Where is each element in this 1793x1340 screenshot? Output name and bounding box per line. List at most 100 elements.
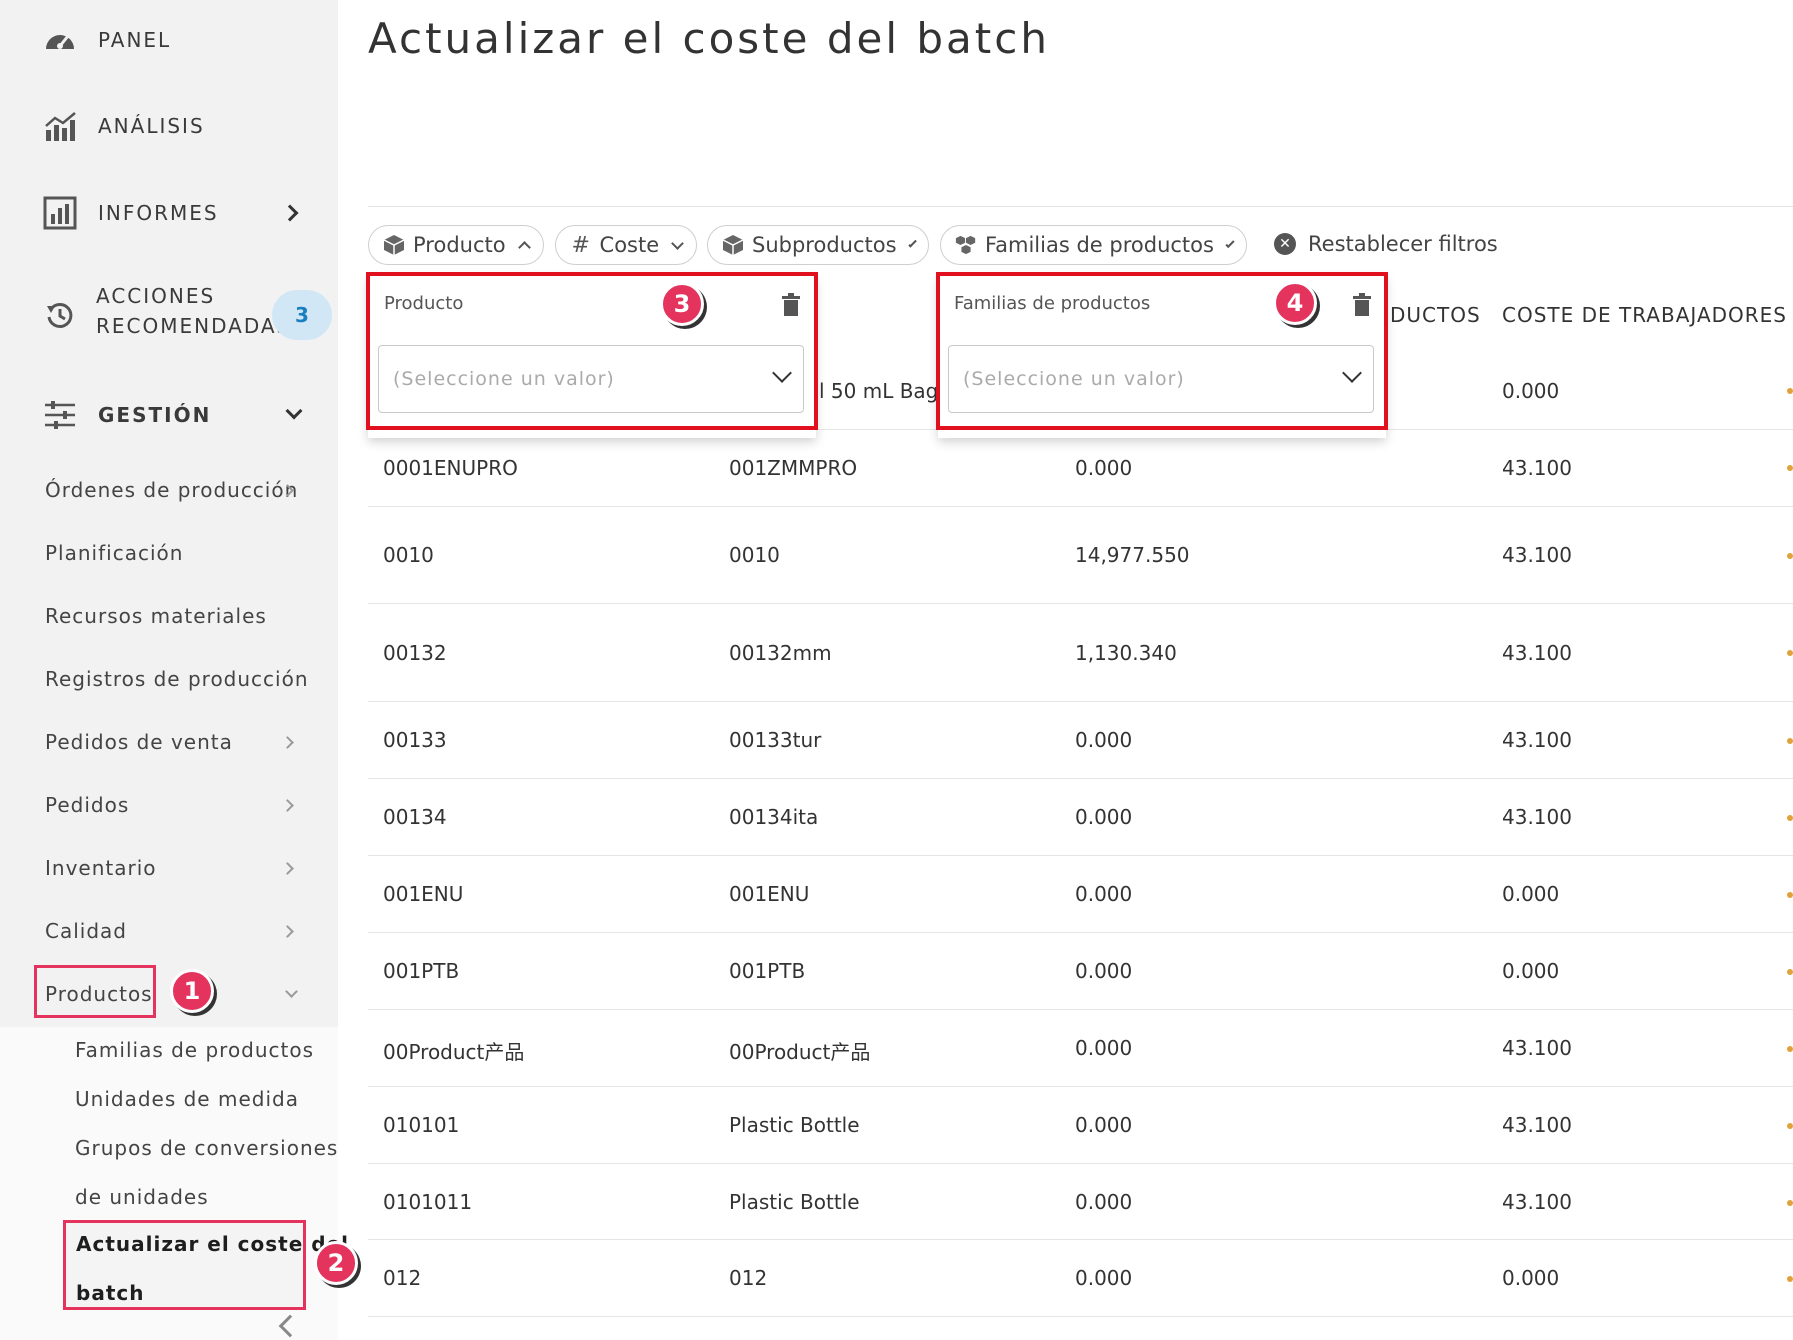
nav-registros-produccion[interactable]: Registros de producción — [45, 667, 309, 691]
sliders-icon — [42, 397, 78, 433]
table-cell: 43.100 — [1502, 1113, 1572, 1137]
table-row[interactable]: 0101011 Plastic Bottle 0.000 43.100 — [368, 1164, 1793, 1240]
table-cell: 0.000 — [1075, 1190, 1133, 1214]
filter-chip-subproductos-label: Subproductos — [752, 233, 897, 257]
nav-analisis-label: ANÁLISIS — [98, 114, 205, 138]
nav-grupos-label: Grupos de conversiones — [75, 1136, 339, 1160]
nav-actualizar-label-1: Actualizar el coste del — [76, 1232, 350, 1256]
nav-grupos-conversiones[interactable]: Grupos de conversiones — [75, 1136, 338, 1160]
table-row[interactable]: 001ENU 001ENU 0.000 0.000 — [368, 856, 1793, 933]
filter-chip-subproductos[interactable]: Subproductos — [707, 225, 929, 265]
chevron-right-icon — [281, 799, 294, 812]
nav-grupos-label-2: de unidades — [75, 1185, 209, 1209]
table-cell: 43.100 — [1502, 1036, 1572, 1060]
row-indicator — [1787, 815, 1793, 821]
nav-inventario-label: Inventario — [45, 856, 157, 880]
nav-recursos-label: Recursos materiales — [45, 604, 267, 628]
nav-familias-productos[interactable]: Familias de productos — [75, 1038, 314, 1062]
table-row[interactable]: 0001ENUPRO 001ZMMPRO 0.000 43.100 — [368, 430, 1793, 507]
table-row[interactable]: 010101 Plastic Bottle 0.000 43.100 — [368, 1087, 1793, 1164]
nav-gestion[interactable]: GESTIÓN — [0, 395, 338, 435]
table-row[interactable]: 00134 00134ita 0.000 43.100 — [368, 779, 1793, 856]
table-cell: 012 — [383, 1266, 422, 1290]
row-indicator — [1787, 553, 1793, 559]
hash-icon: # — [571, 232, 590, 258]
nav-unidades-medida[interactable]: Unidades de medida — [75, 1087, 299, 1111]
row-indicator — [1787, 1123, 1793, 1129]
table-row[interactable]: 0010 0010 14,977.550 43.100 — [368, 507, 1793, 604]
page-title: Actualizar el coste del batch — [368, 14, 1050, 63]
sidebar: PANEL ANÁLISIS INFORMES ACCIONES RECOMEN… — [0, 0, 348, 1340]
productos-highlight-box — [34, 965, 156, 1018]
nav-gestion-label: GESTIÓN — [98, 403, 212, 427]
table-cell: 0.000 — [1075, 1113, 1133, 1137]
table-cell: 0.000 — [1502, 959, 1560, 983]
table-cell: 0.000 — [1502, 379, 1560, 403]
cube-icon — [722, 234, 744, 256]
table-row[interactable]: 012 012 0.000 0.000 — [368, 1240, 1793, 1317]
table-cell: 001ENU — [729, 882, 810, 906]
reset-filters-button[interactable]: ✕ Restablecer filtros — [1274, 232, 1498, 256]
filter-chip-familias-label: Familias de productos — [985, 233, 1214, 257]
column-header-coste-trabajadores[interactable]: COSTE DE TRABAJADORES — [1502, 303, 1787, 327]
nav-familias-label: Familias de productos — [75, 1038, 315, 1062]
nav-recursos-materiales[interactable]: Recursos materiales — [45, 604, 267, 628]
nav-actualizar-label-2: batch — [76, 1281, 145, 1305]
nav-informes[interactable]: INFORMES — [0, 193, 338, 233]
nav-grupos-conversiones-line2[interactable]: de unidades — [75, 1185, 209, 1209]
nav-planificacion[interactable]: Planificación — [45, 541, 183, 565]
nav-pedidos-label: Pedidos — [45, 793, 130, 817]
table-cell: 0.000 — [1502, 882, 1560, 906]
table-cell: 00134 — [383, 805, 447, 829]
table-cell: 43.100 — [1502, 728, 1572, 752]
table-cell: Plastic Bottle — [729, 1190, 860, 1214]
table-cell: 001ZMMPRO — [729, 456, 858, 480]
nav-actualizar-coste-batch[interactable]: Actualizar el coste del batch — [63, 1220, 348, 1310]
close-circle-icon: ✕ — [1274, 233, 1296, 255]
chevron-down-icon — [285, 985, 298, 998]
table-cell: 001ENU — [383, 882, 464, 906]
familias-annotation-box — [936, 272, 1388, 430]
table-cell: 0.000 — [1075, 882, 1133, 906]
chevron-right-icon — [281, 862, 294, 875]
chevron-down-icon — [671, 236, 684, 250]
nav-pedidos[interactable]: Pedidos — [45, 793, 129, 817]
row-indicator — [1787, 969, 1793, 975]
table-row[interactable]: 00Product产品 00Product产品 0.000 43.100 — [368, 1010, 1793, 1087]
table-cell: 43.100 — [1502, 543, 1572, 567]
nav-pedidos-venta-label: Pedidos de venta — [45, 730, 233, 754]
table-row[interactable]: 00132 00132mm 1,130.340 43.100 — [368, 604, 1793, 702]
nav-ordenes-produccion[interactable]: Órdenes de producción — [45, 478, 298, 502]
row-indicator — [1787, 892, 1793, 898]
table-cell: 00Product产品 — [729, 1040, 871, 1064]
producto-annotation-box — [366, 272, 818, 430]
table-cell: 1,130.340 — [1075, 641, 1177, 665]
divider — [368, 206, 1793, 207]
history-icon — [42, 297, 78, 333]
table-cell: 0001ENUPRO — [383, 456, 518, 480]
nav-inventario[interactable]: Inventario — [45, 856, 157, 880]
nav-calidad-label: Calidad — [45, 919, 127, 943]
table-cell: 00133tur — [729, 728, 822, 752]
table-row[interactable]: 001PTB 001PTB 0.000 0.000 — [368, 933, 1793, 1010]
cubes-icon — [955, 234, 977, 256]
analytics-chart-icon — [42, 108, 78, 144]
nav-pedidos-venta[interactable]: Pedidos de venta — [45, 730, 233, 754]
row-indicator — [1787, 1200, 1793, 1206]
nav-calidad[interactable]: Calidad — [45, 919, 127, 943]
nav-planificacion-label: Planificación — [45, 541, 184, 565]
table-cell: 012 — [729, 1266, 768, 1290]
table-cell: 43.100 — [1502, 641, 1572, 665]
table-cell: 0.000 — [1075, 456, 1133, 480]
filter-chip-coste[interactable]: # Coste — [555, 225, 697, 265]
table-cell: 00134ita — [729, 805, 819, 829]
column-header-subproductos[interactable]: DUCTOS — [1390, 303, 1481, 327]
table-row[interactable]: 00133 00133tur 0.000 43.100 — [368, 702, 1793, 779]
table-cell: 0.000 — [1502, 1266, 1560, 1290]
filter-chip-familias[interactable]: Familias de productos — [940, 225, 1247, 265]
table-cell: 00132mm — [729, 641, 832, 665]
filter-chip-producto[interactable]: Producto — [368, 225, 544, 265]
table-cell: 43.100 — [1502, 805, 1572, 829]
nav-ordenes-label: Órdenes de producción — [45, 478, 299, 502]
table-cell: 0.000 — [1075, 805, 1133, 829]
